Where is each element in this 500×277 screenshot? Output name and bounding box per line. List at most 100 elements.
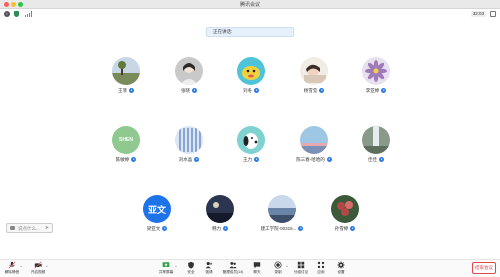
shield-icon[interactable] — [14, 11, 19, 17]
manage-members-button[interactable]: 管理成员(14) — [220, 261, 246, 277]
participant-label: 梁亚文 ● — [129, 225, 185, 232]
settings-button[interactable]: 设置 — [331, 261, 351, 277]
record-icon — [274, 261, 282, 269]
microphone-icon: ● — [194, 157, 200, 162]
participant-label: 张晓 ● — [161, 87, 217, 94]
send-icon[interactable]: ➤ — [45, 224, 49, 232]
record-button[interactable]: 录制 — [268, 261, 288, 277]
speaking-banner: 正在讲话: — [206, 27, 294, 37]
participant-tile[interactable]: 孙雪婷 ● — [317, 195, 373, 235]
invite-label: 邀请 — [205, 270, 213, 274]
avatar — [300, 126, 328, 154]
participant-tile[interactable]: 建工学院-00315... ● — [254, 195, 310, 235]
participant-label: 王力 ● — [223, 156, 279, 163]
microphone-icon: ● — [381, 88, 387, 93]
participant-label: 杨雪莹 ● — [286, 87, 342, 94]
meeting-info-icon[interactable]: i — [4, 11, 10, 17]
microphone-icon: ● — [379, 157, 384, 162]
video-options-chevron-icon[interactable]: ^ — [46, 264, 48, 269]
participant-name: 王菲 — [118, 87, 127, 93]
participant-label: 李亚婷 ● — [348, 87, 404, 94]
participant-name: 张晓 — [181, 87, 190, 93]
participant-tile[interactable]: 李亚婷 ● — [348, 57, 404, 97]
record-options-chevron-icon[interactable]: ^ — [286, 264, 288, 269]
share-options-chevron-icon[interactable]: ^ — [175, 264, 177, 269]
invite-button[interactable]: 邀请 — [199, 261, 219, 277]
participant-name: 王力 — [243, 156, 252, 162]
avatar — [300, 57, 328, 85]
microphone-icon: ● — [192, 88, 197, 93]
participant-name: 刘冬 — [243, 87, 252, 93]
participant-tile[interactable]: 韩力 ● — [192, 195, 248, 235]
avatar — [362, 126, 390, 154]
members-label: 管理成员(14) — [222, 270, 244, 274]
mute-options-chevron-icon[interactable]: ^ — [20, 264, 22, 269]
participant-label: 孙雪婷 ● — [317, 225, 373, 232]
signal-icon[interactable] — [25, 11, 32, 17]
end-meeting-button[interactable]: 结束会议 — [472, 262, 496, 274]
participant-tile[interactable]: 刘冬 ● — [223, 57, 279, 97]
participant-tile[interactable]: 张晓 ● — [161, 57, 217, 97]
participant-name: 李亚婷 — [365, 87, 380, 93]
avatar — [362, 57, 390, 85]
chat-bubble-icon — [10, 226, 15, 230]
microphone-muted-icon — [8, 261, 16, 269]
participant-name: 佳佳 — [368, 156, 377, 162]
gear-icon — [337, 261, 345, 269]
microphone-icon: ● — [298, 226, 304, 231]
participant-label: 陈敏婷 ● — [98, 156, 154, 163]
avatar-text: SHEN — [119, 137, 133, 143]
participant-name: 陈敏婷 — [115, 156, 130, 162]
apps-label: 应用 — [317, 270, 325, 274]
safety-button[interactable]: 安全 — [181, 261, 201, 277]
participant-name: 刘水晶 — [178, 156, 193, 162]
mute-label: 解除静音 — [4, 270, 20, 274]
apps-button[interactable]: 应用 — [311, 261, 331, 277]
apps-grid-icon — [317, 261, 325, 269]
participant-label: 刘水晶 ● — [161, 156, 217, 163]
microphone-icon: ● — [350, 226, 356, 231]
bottom-toolbar: 解除静音 ^ 开启视频 ^ 共享屏幕 ^ 安全 邀请 管理成员(14) 聊天 录… — [0, 259, 500, 277]
participant-tile[interactable]: 佳佳 ● — [348, 126, 404, 166]
participant-label: 佳佳 ● — [348, 156, 404, 163]
participant-tile[interactable]: SHEN 陈敏婷 ● — [98, 126, 154, 166]
participant-tile[interactable]: 亚文梁亚文 ● — [129, 195, 185, 235]
participant-name: 孙雪婷 — [334, 225, 349, 231]
microphone-icon: ● — [223, 226, 228, 231]
breakout-label: 分组讨论 — [293, 270, 309, 274]
meeting-window: 腾讯会议 i 32:03 正在讲话: 王菲 ● 张晓 ● 刘冬 ● 杨雪莹 ● 李亚婷 ● SHEN… — [0, 0, 500, 277]
participant-name: 陈三春-哈哈的 — [296, 156, 325, 162]
meeting-info-row: i 32:03 — [0, 9, 500, 19]
breakout-rooms-icon — [297, 261, 305, 269]
microphone-icon: ● — [162, 226, 168, 231]
participant-tile[interactable]: 王菲 ● — [98, 57, 154, 97]
chat-button[interactable]: 聊天 — [247, 261, 267, 277]
microphone-icon: ● — [254, 157, 259, 162]
window-title: 腾讯会议 — [239, 2, 260, 8]
avatar — [237, 126, 265, 154]
chat-input[interactable]: 说点什么... ➤ — [6, 223, 53, 233]
video-button[interactable]: 开启视频 — [28, 261, 48, 277]
participant-name: 梁亚文 — [146, 225, 161, 231]
mute-button[interactable]: 解除静音 — [2, 261, 22, 277]
participant-tile[interactable]: 杨雪莹 ● — [286, 57, 342, 97]
participant-tile[interactable]: 刘水晶 ● — [161, 126, 217, 166]
avatar — [112, 57, 140, 85]
participant-tile[interactable]: 陈三春-哈哈的 ● — [286, 126, 342, 166]
share-screen-button[interactable]: 共享屏幕 — [156, 261, 176, 277]
camera-off-icon — [34, 261, 42, 269]
avatar-text: 亚文 — [147, 204, 166, 215]
invite-user-icon — [205, 261, 213, 269]
fullscreen-icon[interactable] — [490, 11, 496, 17]
avatar: SHEN — [112, 126, 140, 154]
participant-label: 陈三春-哈哈的 ● — [286, 156, 342, 163]
breakout-button[interactable]: 分组讨论 — [291, 261, 311, 277]
chat-placeholder: 说点什么... — [18, 226, 40, 231]
avatar — [175, 126, 203, 154]
participant-tile[interactable]: 王力 ● — [223, 126, 279, 166]
participant-label: 刘冬 ● — [223, 87, 279, 94]
participant-label: 建工学院-00315... ● — [254, 225, 310, 232]
record-label: 录制 — [274, 270, 282, 274]
participant-name: 杨雪莹 — [303, 87, 318, 93]
chat-icon — [253, 262, 261, 269]
